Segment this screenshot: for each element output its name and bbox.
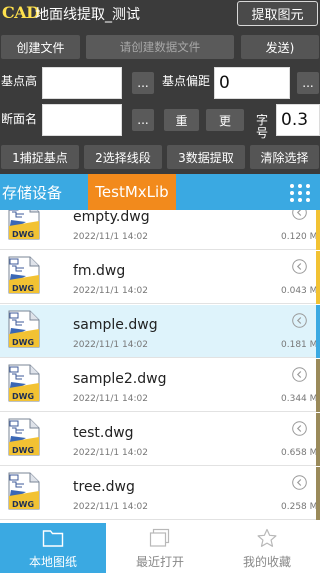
svg-text:DWG: DWG (12, 230, 34, 239)
text-height-input[interactable]: 0.3 (276, 104, 320, 136)
extract-data-button[interactable]: 3数据提取 (167, 145, 245, 169)
redo-button[interactable]: 重 (164, 109, 199, 131)
chevron-left-circle-icon[interactable] (292, 475, 307, 490)
section-name-input[interactable] (42, 104, 122, 136)
change-button[interactable]: 更 (206, 109, 244, 131)
file-name: tree.dwg (73, 479, 135, 495)
dwg-file-icon: DWG (8, 472, 40, 510)
breadcrumb-storage[interactable]: 存储设备 (2, 182, 62, 203)
app-title: 地面线提取_测试 (35, 7, 140, 23)
nav-favorites[interactable]: 我的收藏 (214, 523, 320, 573)
chevron-left-circle-icon[interactable] (292, 367, 307, 382)
base-elevation-input[interactable] (42, 67, 122, 99)
file-size: 0.258 M (281, 502, 318, 512)
clear-selection-button[interactable]: 清除选择 (250, 145, 319, 169)
grid-dots-icon[interactable] (290, 184, 310, 202)
text-height-label: 字号 (255, 114, 268, 140)
nav-favorites-label: 我的收藏 (242, 555, 291, 569)
pick-elevation-button[interactable]: ... (132, 72, 154, 94)
base-elevation-label: 基点高 (1, 75, 37, 88)
file-name: test.dwg (73, 425, 134, 441)
nav-recent-label: 最近打开 (135, 555, 184, 569)
row-accent-bar (316, 413, 320, 466)
dwg-file-icon: DWG (8, 310, 40, 348)
dwg-file-icon: DWG (8, 418, 40, 456)
file-row[interactable]: DWG sample2.dwg 2022/11/1 14:02 0.344 M (0, 359, 320, 412)
file-name: sample2.dwg (73, 371, 167, 387)
recent-files-icon (149, 528, 170, 547)
folder-icon (42, 530, 64, 547)
title-bar: CAD 地面线提取_测试 提取图元 (0, 0, 320, 28)
section-name-label: 断面名 (1, 113, 37, 126)
data-file-field[interactable]: 请创建数据文件 (86, 35, 234, 59)
extract-entities-button[interactable]: 提取图元 (237, 1, 318, 26)
nav-local-label: 本地图纸 (28, 555, 77, 569)
create-file-button[interactable]: 创建文件 (1, 35, 80, 59)
control-panel: CAD 地面线提取_测试 提取图元 创建文件 请创建数据文件 发送) 基点高 .… (0, 0, 320, 174)
file-date: 2022/11/1 14:02 (73, 340, 148, 350)
file-date: 2022/11/1 14:02 (73, 502, 148, 512)
file-date: 2022/11/1 14:02 (73, 448, 148, 458)
file-row[interactable]: DWG fm.dwg 2022/11/1 14:02 0.043 M (0, 251, 320, 304)
pick-section-button[interactable]: ... (132, 109, 154, 131)
svg-text:DWG: DWG (12, 392, 34, 401)
send-button[interactable]: 发送) (241, 35, 319, 59)
base-offset-input[interactable]: 0 (214, 67, 290, 99)
row-accent-bar (316, 251, 320, 304)
file-size: 0.658 M (281, 448, 318, 458)
file-size: 0.043 M (281, 286, 318, 296)
file-size: 0.120 M (281, 232, 318, 242)
row-accent-bar (316, 359, 320, 412)
svg-text:DWG: DWG (12, 338, 34, 347)
file-size: 0.181 M (281, 340, 318, 350)
cad-logo: CAD (2, 3, 40, 22)
dwg-file-icon: DWG (8, 210, 40, 240)
pick-offset-button[interactable]: ... (297, 72, 319, 94)
file-date: 2022/11/1 14:02 (73, 286, 148, 296)
chevron-left-circle-icon[interactable] (292, 259, 307, 274)
svg-text:DWG: DWG (12, 500, 34, 509)
file-row[interactable]: DWG empty.dwg 2022/11/1 14:02 0.120 M (0, 210, 320, 250)
chevron-left-circle-icon[interactable] (292, 210, 307, 220)
bottom-nav: 本地图纸 最近打开 我的收藏 (0, 523, 320, 573)
row-accent-bar (316, 210, 320, 250)
row-accent-bar (316, 305, 320, 358)
breadcrumb-current[interactable]: TestMxLib (88, 174, 176, 210)
chevron-left-circle-icon[interactable] (292, 313, 307, 328)
file-name: fm.dwg (73, 263, 126, 279)
star-icon (257, 528, 277, 547)
nav-recent[interactable]: 最近打开 (107, 523, 213, 573)
row-accent-bar (316, 467, 320, 520)
breadcrumb-separator (77, 174, 88, 210)
chevron-left-circle-icon[interactable] (292, 421, 307, 436)
file-size: 0.344 M (281, 394, 318, 404)
dwg-file-icon: DWG (8, 256, 40, 294)
file-row[interactable]: DWG test.dwg 2022/11/1 14:02 0.658 M (0, 413, 320, 466)
file-row[interactable]: DWG sample.dwg 2022/11/1 14:02 0.181 M (0, 305, 320, 358)
file-list: DWG empty.dwg 2022/11/1 14:02 0.120 M DW… (0, 210, 320, 523)
base-offset-label: 基点偏距 (161, 75, 210, 88)
nav-local-drawings[interactable]: 本地图纸 (0, 523, 106, 573)
select-segment-button[interactable]: 2选择线段 (84, 145, 162, 169)
capture-base-button[interactable]: 1捕捉基点 (1, 145, 79, 169)
file-date: 2022/11/1 14:02 (73, 394, 148, 404)
file-row[interactable]: DWG tree.dwg 2022/11/1 14:02 0.258 M (0, 467, 320, 520)
svg-text:DWG: DWG (12, 284, 34, 293)
breadcrumb: 存储设备 TestMxLib (0, 174, 320, 210)
dwg-file-icon: DWG (8, 364, 40, 402)
file-name: empty.dwg (73, 210, 150, 225)
svg-text:DWG: DWG (12, 446, 34, 455)
file-name: sample.dwg (73, 317, 158, 333)
file-date: 2022/11/1 14:02 (73, 232, 148, 242)
